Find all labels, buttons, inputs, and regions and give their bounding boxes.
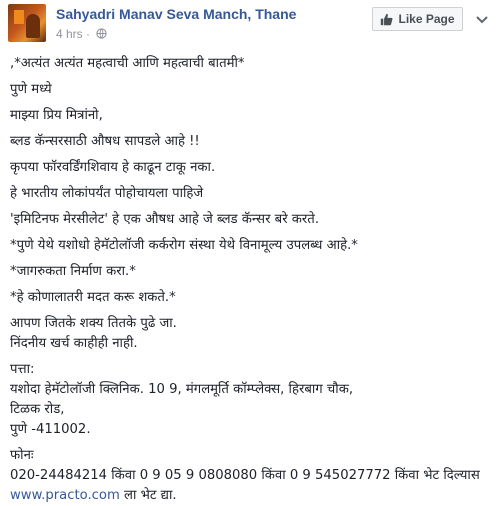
post-paragraph: कृपया फॉरवर्डिंगशिवाय हे काढून टाकू नका. (10, 160, 216, 175)
avatar-flag (14, 10, 24, 24)
post-paragraph: पुणे मध्ये (10, 82, 52, 97)
facebook-post: Sahyadri Manav Seva Manch, Thane 4 hrs ·… (0, 0, 497, 503)
avatar-figure (26, 14, 40, 38)
post-paragraph: 'इमिटिनफ मेरसीलेट' हे एक औषध आहे जे ब्लड… (10, 212, 320, 227)
post-paragraph: हे भारतीय लोकांपर्यंत पोहोचायला पाहिजे (10, 186, 204, 201)
page-avatar[interactable] (8, 4, 46, 42)
like-page-button[interactable]: Like Page (372, 7, 463, 31)
post-paragraph: माझ्या प्रिय मित्रांनो, (10, 108, 103, 123)
chevron-down-icon[interactable] (473, 10, 491, 28)
post-paragraph: निंदनीय खर्च काहीही नाही. (10, 336, 138, 351)
post-body: ,*अत्यंत अत्यंत महत्वाची आणि महत्वाची बा… (10, 54, 490, 506)
meta-separator: · (86, 27, 91, 41)
post-paragraph: *पुणे येथे यशोधो हेमॅटोलॉजी कर्करोग संस्… (10, 238, 358, 253)
globe-icon (96, 28, 108, 39)
post-paragraph: *हे कोणालातरी मदत करू शकते.* (10, 290, 176, 305)
like-page-label: Like Page (398, 12, 455, 26)
post-meta: 4 hrs · (56, 27, 108, 41)
post-header: Sahyadri Manav Seva Manch, Thane 4 hrs ·… (0, 0, 497, 44)
phone-numbers: 020-24484214 किंवा 0 9 05 9 0808080 किंव… (10, 468, 480, 483)
thumbs-up-icon (381, 13, 393, 25)
post-paragraph: आपण जितके शक्य तितके पुढे जा. (10, 316, 177, 331)
post-paragraph: ,*अत्यंत अत्यंत महत्वाची आणि महत्वाची बा… (10, 56, 245, 71)
post-timestamp[interactable]: 4 hrs (56, 27, 83, 41)
phone-label: फोनः (10, 448, 34, 463)
address-line: टिळक रोड, (10, 402, 65, 417)
address-line: यशोदा हेमॅटोलॉजी क्लिनिक. 10 9, मंगलमूर्… (10, 382, 354, 397)
website-line: www.practo.com ला भेट द्या. (10, 486, 490, 506)
address-label: पत्ता: (10, 362, 35, 377)
post-paragraph: ब्लड कॅन्सरसाठी औषध सापडले आहे !! (10, 134, 200, 149)
address-line: पुणे -411002. (10, 422, 91, 437)
page-name-link[interactable]: Sahyadri Manav Seva Manch, Thane (56, 6, 296, 22)
post-paragraph: *जागरुकता निर्माण करा.* (10, 264, 136, 279)
